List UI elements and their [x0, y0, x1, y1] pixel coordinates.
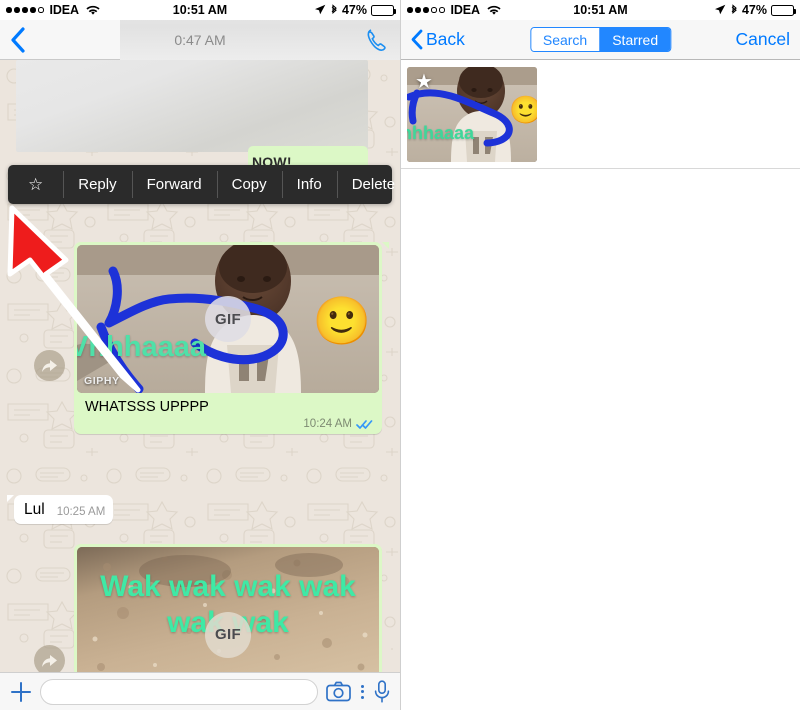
back-button[interactable]: Back: [411, 29, 465, 50]
battery-percent: 47%: [341, 3, 367, 17]
context-menu-info-button[interactable]: Info: [281, 165, 337, 204]
starred-thumbnail[interactable]: ★ hhhaaaa 🙂: [407, 67, 537, 162]
forward-arrow-icon[interactable]: [34, 350, 65, 381]
gif-overlay-text-1: Vhhhaaaa: [77, 331, 206, 363]
message-bubble-outgoing-gif-1[interactable]: Vhhhaaaa GIF GIPHY 🙂 WHATSSS UPPPP 10:24…: [74, 242, 389, 434]
chat-message-list[interactable]: NOW! Today: [0, 60, 400, 710]
right-screen-starred: IDEA 10:51 AM 47% Back Search Starred Ca…: [400, 0, 800, 710]
message-input-bar: [0, 672, 400, 710]
message-bubble-incoming[interactable]: Lul 10:25 AM: [6, 495, 114, 524]
starred-thumb-emoji: 🙂: [509, 97, 537, 124]
cancel-button[interactable]: Cancel: [736, 29, 790, 50]
starred-list-item[interactable]: ★ hhhaaaa 🙂: [401, 61, 800, 169]
signal-strength-dots: [6, 7, 44, 13]
segment-search[interactable]: Search: [530, 28, 600, 51]
status-left-group: IDEA: [6, 3, 100, 17]
status-right-group: 47%: [314, 3, 397, 17]
context-menu-delete-button[interactable]: Delete: [336, 165, 400, 204]
context-menu-reply-button[interactable]: Reply: [63, 165, 131, 204]
carrier-name-right: IDEA: [450, 3, 481, 17]
gif-badge-2: GIF: [205, 611, 251, 658]
segment-starred[interactable]: Starred: [599, 28, 671, 51]
starred-messages-list[interactable]: ★ hhhaaaa 🙂: [401, 61, 800, 169]
redacted-message-block: [16, 60, 368, 152]
message-caption-1: WHATSSS UPPPP: [85, 399, 209, 415]
battery-icon-right: [771, 4, 797, 16]
giphy-watermark: GIPHY: [84, 375, 120, 387]
starred-nav-bar: Back Search Starred Cancel: [401, 20, 800, 60]
status-bar-left: IDEA 10:51 AM 47%: [0, 0, 400, 20]
message-text-input[interactable]: [40, 678, 318, 705]
read-receipt-double-check-icon: [356, 419, 373, 429]
battery-percent-right: 47%: [741, 3, 767, 17]
message-time-lul: 10:25 AM: [56, 506, 106, 518]
chat-subtitle-time: 0:47 AM: [174, 31, 226, 48]
back-chevron-icon-right: [411, 29, 423, 50]
battery-icon: [371, 4, 397, 16]
emoji-sticker: 🙂: [312, 294, 371, 347]
status-bar-right: IDEA 10:51 AM 47%: [401, 0, 800, 20]
signal-strength-dots-right: [407, 7, 445, 13]
microphone-icon[interactable]: [374, 680, 390, 703]
left-screen-chat: IDEA 10:51 AM 47% 0:47 AM NOW! Vhhhaaaa …: [0, 0, 400, 710]
gif-media-1[interactable]: Vhhhaaaa GIF GIPHY 🙂: [77, 245, 379, 393]
status-right-group-right: 47%: [714, 3, 797, 17]
status-left-group-right: IDEA: [407, 3, 501, 17]
chat-nav-bar: 0:47 AM: [0, 0, 400, 60]
back-button-label: Back: [426, 29, 465, 49]
wifi-icon: [86, 5, 100, 15]
plus-icon[interactable]: [10, 681, 32, 703]
message-meta-1: 10:24 AM: [77, 418, 379, 434]
bluetooth-icon: [331, 4, 337, 15]
context-menu-star-button[interactable]: ☆: [8, 165, 63, 204]
bluetooth-icon-right: [731, 4, 737, 15]
starred-thumb-overlay-text: hhhaaaa: [407, 123, 475, 143]
context-menu-copy-button[interactable]: Copy: [216, 165, 282, 204]
location-arrow-icon: [314, 4, 326, 15]
search-starred-segmented-control[interactable]: Search Starred: [529, 27, 672, 52]
message-context-menu[interactable]: ☆ Reply Forward Copy Info Delete: [8, 165, 395, 204]
carrier-name: IDEA: [49, 3, 80, 17]
message-text-lul: Lul: [24, 501, 45, 518]
more-options-icon[interactable]: [359, 684, 366, 699]
gif-badge-1: GIF: [205, 296, 251, 342]
phone-call-icon[interactable]: [364, 27, 390, 53]
message-time-1: 10:24 AM: [303, 418, 352, 430]
location-arrow-icon-right: [714, 4, 726, 15]
camera-icon[interactable]: [326, 681, 351, 702]
dual-screenshot: IDEA 10:51 AM 47% 0:47 AM NOW! Vhhhaaaa …: [0, 0, 800, 710]
wifi-icon-right: [487, 5, 501, 15]
star-filled-icon: ★: [415, 71, 433, 93]
context-menu-forward-button[interactable]: Forward: [131, 165, 217, 204]
